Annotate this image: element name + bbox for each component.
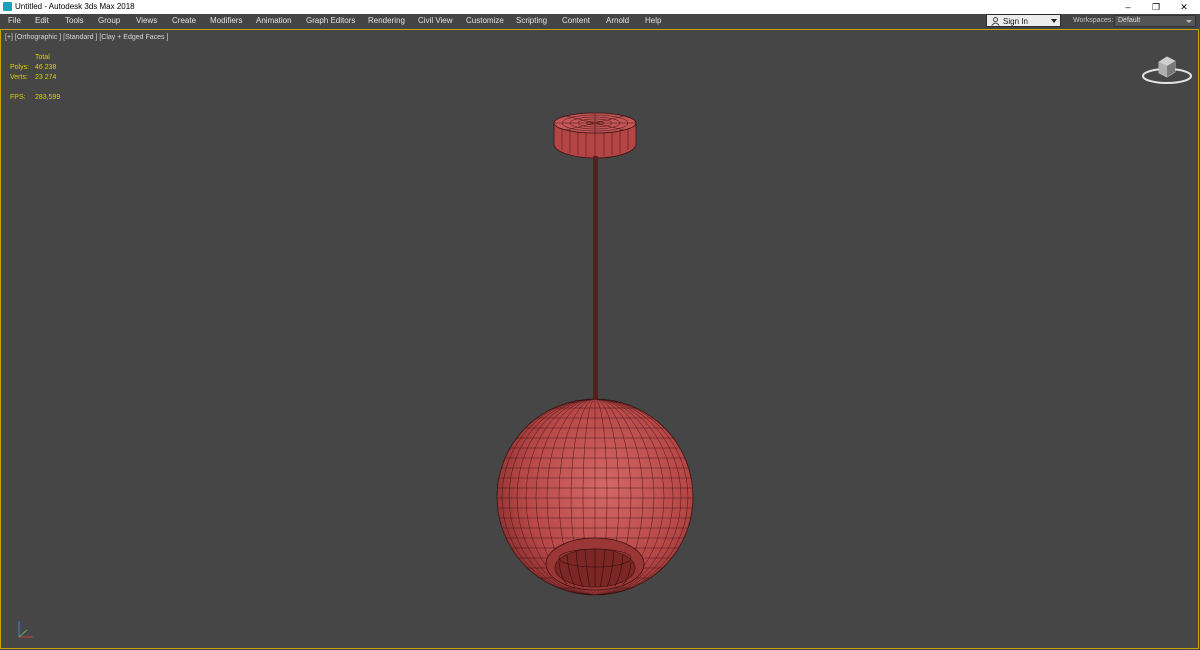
axis-tripod-icon [18,621,33,638]
sign-in-label: Sign In [1003,17,1028,26]
window-title: Untitled - Autodesk 3ds Max 2018 [15,2,135,11]
workspaces-value: Default [1118,17,1141,24]
close-button[interactable]: ✕ [1170,0,1198,14]
menu-civil-view[interactable]: Civil View [418,16,453,26]
viewcube-icon[interactable] [1141,50,1193,90]
stats-polys-label: Polys: [10,64,30,71]
menu-edit[interactable]: Edit [35,16,49,26]
viewport-orthographic[interactable]: [+] [Orthographic ] [Standard ] [Clay + … [0,29,1199,649]
globe-shade-mesh [496,398,694,596]
restore-button[interactable]: ❐ [1142,0,1170,14]
sign-in-dropdown[interactable]: Sign In [986,14,1061,27]
cord-mesh [593,156,598,404]
stats-fps-value: 283,599 [35,94,61,101]
workspaces-select[interactable]: Default [1114,15,1196,27]
menu-customize[interactable]: Customize [466,16,504,26]
menu-group[interactable]: Group [98,16,120,26]
menu-scripting[interactable]: Scripting [516,16,547,26]
user-icon [991,17,1000,26]
stats-verts-label: Verts: [10,74,28,81]
chevron-down-icon [1051,19,1057,23]
menu-content[interactable]: Content [562,16,590,26]
stats-fps-label: FPS: [10,94,26,101]
menu-help[interactable]: Help [645,16,661,26]
menu-modifiers[interactable]: Modifiers [210,16,242,26]
workspaces-label: Workspaces: [1073,17,1114,24]
menu-graph-editors[interactable]: Graph Editors [306,16,355,26]
menu-create[interactable]: Create [172,16,196,26]
stats-polys-value: 46 238 [35,64,57,71]
canopy-mesh [553,112,637,159]
menu-animation[interactable]: Animation [256,16,292,26]
pendant-lamp-model[interactable] [481,90,711,610]
menu-file[interactable]: File [8,16,21,26]
menu-views[interactable]: Views [136,16,157,26]
title-bar: Untitled - Autodesk 3ds Max 2018 – ❐ ✕ [0,0,1200,14]
app-icon [3,2,12,11]
menu-tools[interactable]: Tools [65,16,84,26]
stats-total-header: Total [35,54,50,61]
menu-arnold[interactable]: Arnold [606,16,629,26]
minimize-button[interactable]: – [1114,0,1142,14]
chevron-down-icon [1186,20,1192,23]
statistics-overlay: Total Polys: 46 238 Verts: 23 274 FPS: 2… [1,30,101,110]
menu-rendering[interactable]: Rendering [368,16,405,26]
stats-verts-value: 23 274 [35,74,57,81]
